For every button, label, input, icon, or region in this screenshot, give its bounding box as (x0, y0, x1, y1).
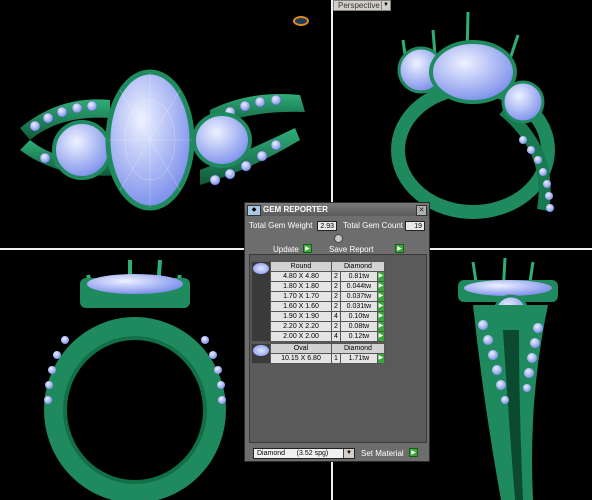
gem-group-round: Round Diamond 4.80 X 4.80 2 0.81tw ▶ 1.80 X… (251, 261, 385, 342)
chevron-down-icon[interactable]: ▼ (343, 449, 354, 458)
row-go-icon[interactable]: ▶ (376, 271, 385, 282)
table-row[interactable]: 2.20 X 2.20 2 0.08tw ▶ (252, 321, 385, 332)
row-go-icon[interactable]: ▶ (376, 281, 385, 292)
save-report-go-icon[interactable]: ▶ (395, 244, 404, 253)
group-material: Diamond (331, 261, 385, 272)
table-row[interactable]: 10.15 X 6.80 1 1.71tw ▶ (252, 353, 385, 364)
set-material-go-icon[interactable]: ▶ (409, 448, 418, 457)
panel-titlebar[interactable]: ◆ GEM REPORTER ✕ (245, 203, 429, 216)
total-gem-count-label: Total Gem Count (343, 221, 404, 230)
gem-reporter-icon: ◆ (247, 205, 261, 216)
row-go-icon[interactable]: ▶ (376, 331, 385, 342)
total-gem-weight-value: 2.93 (317, 221, 337, 231)
row-go-icon[interactable]: ▶ (376, 291, 385, 302)
table-row[interactable]: 1.80 X 1.80 2 0.044tw ▶ (252, 281, 385, 292)
collapse-toggle-icon[interactable] (334, 234, 343, 243)
group-material: Diamond (331, 343, 385, 354)
close-icon[interactable]: ✕ (416, 205, 427, 216)
row-go-icon[interactable]: ▶ (376, 321, 385, 332)
round-gem-icon (251, 261, 271, 342)
table-row[interactable]: 1.60 X 1.60 2 0.031tw ▶ (252, 301, 385, 312)
oval-gem-icon (251, 343, 271, 364)
panel-title: GEM REPORTER (263, 205, 328, 214)
table-row[interactable]: 1.90 X 1.90 4 0.10tw ▶ (252, 311, 385, 322)
update-button[interactable]: Update (273, 245, 299, 254)
table-row[interactable]: 2.00 X 2.00 4 0.12tw ▶ (252, 331, 385, 342)
update-go-icon[interactable]: ▶ (303, 244, 312, 253)
material-select[interactable]: Diamond (3.52 spg) ▼ (253, 448, 355, 459)
chevron-down-icon[interactable]: ▼ (381, 0, 391, 11)
total-gem-count-value: 19 (405, 221, 425, 231)
row-go-icon[interactable]: ▶ (376, 353, 385, 364)
view-cube-icon[interactable] (293, 16, 309, 26)
projection-dropdown[interactable]: Perspective (333, 0, 385, 11)
gem-group-oval: Oval Diamond 10.15 X 6.80 1 1.71tw ▶ (251, 343, 385, 364)
row-go-icon[interactable]: ▶ (376, 301, 385, 312)
row-go-icon[interactable]: ▶ (376, 311, 385, 322)
group-shape: Oval (270, 343, 332, 354)
table-row[interactable]: 1.70 X 1.70 2 0.037tw ▶ (252, 291, 385, 302)
total-gem-weight-label: Total Gem Weight (249, 221, 313, 230)
set-material-button[interactable]: Set Material (361, 449, 404, 458)
gem-reporter-panel: ◆ GEM REPORTER ✕ Total Gem Weight 2.93 T… (244, 202, 430, 462)
table-row[interactable]: 4.80 X 4.80 2 0.81tw ▶ (252, 271, 385, 282)
group-shape: Round (270, 261, 332, 272)
save-report-button[interactable]: Save Report (329, 245, 373, 254)
